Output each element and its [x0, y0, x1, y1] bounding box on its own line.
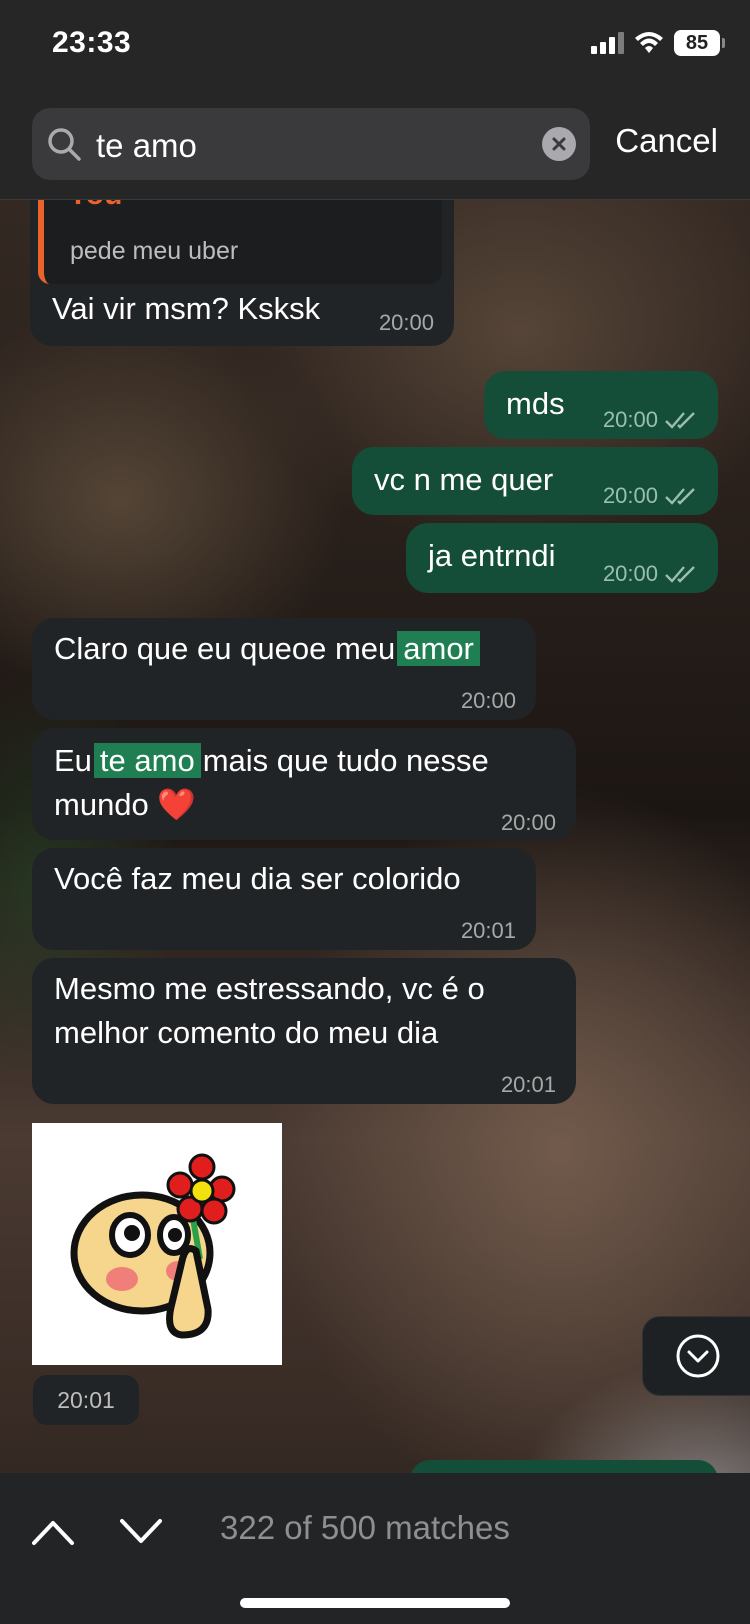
- wifi-icon: [635, 32, 663, 53]
- message-bubble-incoming[interactable]: Você faz meu dia ser colorido 20:01: [32, 848, 536, 950]
- reply-text: pede meu uber: [70, 237, 239, 265]
- message-bubble-outgoing[interactable]: mds 20:00: [484, 371, 718, 439]
- match-counter: 322 of 500 matches: [220, 1509, 510, 1546]
- message-time: 20:00: [602, 483, 658, 508]
- message-bubble-incoming[interactable]: Mesmo me estressando, vc é o melhor come…: [32, 958, 576, 1104]
- status-bar: 23:33 85: [0, 0, 750, 96]
- message-text: vc n me quer: [374, 462, 554, 497]
- message-text-part: mais que tudo nesse: [202, 743, 489, 778]
- message-bubble-outgoing-partial[interactable]: [410, 1460, 718, 1473]
- message-text-line2: melhor comento do meu dia: [54, 1015, 439, 1050]
- message-text: Claro que eu queoe meu amor: [54, 628, 482, 670]
- message-bubble-outgoing[interactable]: vc n me quer 20:00: [352, 447, 718, 515]
- close-icon: [552, 137, 566, 151]
- message-time: 20:00: [602, 561, 658, 586]
- message-text-line2: mundo ❤️: [54, 787, 196, 822]
- double-check-icon: [665, 488, 695, 505]
- status-icons: 85: [591, 30, 725, 56]
- message-text: Vai vir msm? Ksksk: [52, 291, 321, 326]
- chevron-up-icon[interactable]: [30, 1517, 76, 1547]
- clear-icon[interactable]: [542, 127, 576, 161]
- message-time: 20:00: [460, 688, 516, 713]
- message-text: ja entrndi: [428, 538, 556, 573]
- search-header: te amo Cancel: [0, 96, 750, 200]
- sticker-message[interactable]: [32, 1123, 282, 1365]
- message-meta: 20:00: [603, 553, 698, 595]
- reply-author: You: [68, 200, 122, 216]
- status-time: 23:33: [52, 26, 132, 59]
- message-bubble-incoming[interactable]: Eu te amo mais que tudo nesse mundo ❤️ 20:…: [32, 728, 576, 840]
- search-query[interactable]: te amo: [96, 127, 197, 165]
- reply-quote[interactable]: You pede meu uber: [38, 200, 442, 284]
- battery-icon: 85: [674, 30, 725, 56]
- sticker-time: 20:01: [33, 1375, 139, 1425]
- signal-icon: [591, 32, 624, 54]
- message-time: 20:00: [602, 407, 658, 432]
- message-text: Eu te amo mais que tudo nesse: [54, 740, 489, 782]
- search-match-highlight: amor: [397, 631, 480, 666]
- search-match-highlight: te amo: [93, 743, 201, 778]
- message-time: 20:01: [500, 1072, 556, 1097]
- chevron-down-icon[interactable]: [118, 1517, 164, 1547]
- message-bubble-incoming[interactable]: You pede meu uber Vai vir msm? Ksksk 20:…: [30, 200, 454, 346]
- message-text-line1: Mesmo me estressando, vc é o: [54, 971, 485, 1006]
- message-text: Você faz meu dia ser colorido: [54, 861, 461, 896]
- message-time: 20:00: [500, 810, 556, 835]
- message-bubble-incoming[interactable]: Claro que eu queoe meu amor 20:00: [32, 618, 536, 720]
- double-check-icon: [665, 412, 695, 429]
- scroll-to-bottom-button[interactable]: [642, 1316, 750, 1396]
- double-check-icon: [665, 566, 695, 583]
- search-input[interactable]: te amo: [32, 108, 590, 180]
- message-meta: 20:00: [603, 399, 698, 441]
- message-meta: 20:00: [603, 475, 698, 517]
- cursed-emoji-flower-sticker: [70, 1153, 236, 1339]
- message-text-part: Eu: [54, 743, 92, 778]
- message-time: 20:00: [378, 310, 434, 335]
- message-bubble-outgoing[interactable]: ja entrndi 20:00: [406, 523, 718, 593]
- message-text: mds: [506, 386, 565, 421]
- cancel-button[interactable]: Cancel: [615, 122, 718, 160]
- chevron-down-circle-icon: [676, 1334, 720, 1378]
- message-text-part: Claro que eu queoe meu: [54, 631, 396, 666]
- message-time: 20:01: [460, 918, 516, 943]
- search-icon: [48, 128, 81, 161]
- home-indicator[interactable]: [240, 1598, 510, 1608]
